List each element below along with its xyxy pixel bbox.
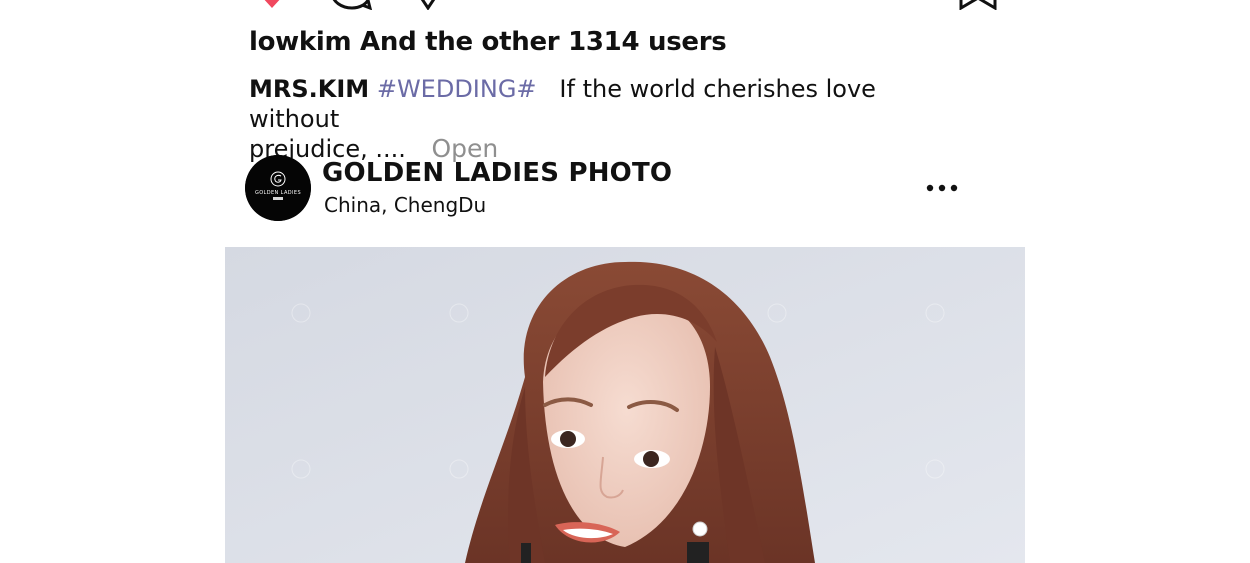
avatar-logo-text: GOLDEN LADIES [255,190,301,196]
caption-hashtag[interactable]: #WEDDING# [377,75,537,103]
post-photo[interactable] [225,247,1025,563]
action-bar [0,0,1250,11]
account-name[interactable]: GOLDEN LADIES PHOTO [322,158,672,188]
more-dots-icon [926,184,958,192]
avatar[interactable]: GOLDEN LADIES [245,155,311,221]
likes-summary[interactable]: lowkim And the other 1314 users [249,27,727,57]
caption-author[interactable]: MRS.KIM [249,75,369,103]
bookmark-icon[interactable] [958,0,998,11]
post-caption: MRS.KIM #WEDDING# If the world cherishes… [249,74,949,164]
post-header: GOLDEN LADIES GOLDEN LADIES PHOTO China,… [245,155,965,221]
share-icon[interactable] [414,0,442,11]
heart-icon[interactable] [258,0,286,10]
post-location[interactable]: China, ChengDu [324,193,486,217]
more-options-button[interactable] [925,175,959,201]
comment-icon[interactable] [328,0,373,11]
